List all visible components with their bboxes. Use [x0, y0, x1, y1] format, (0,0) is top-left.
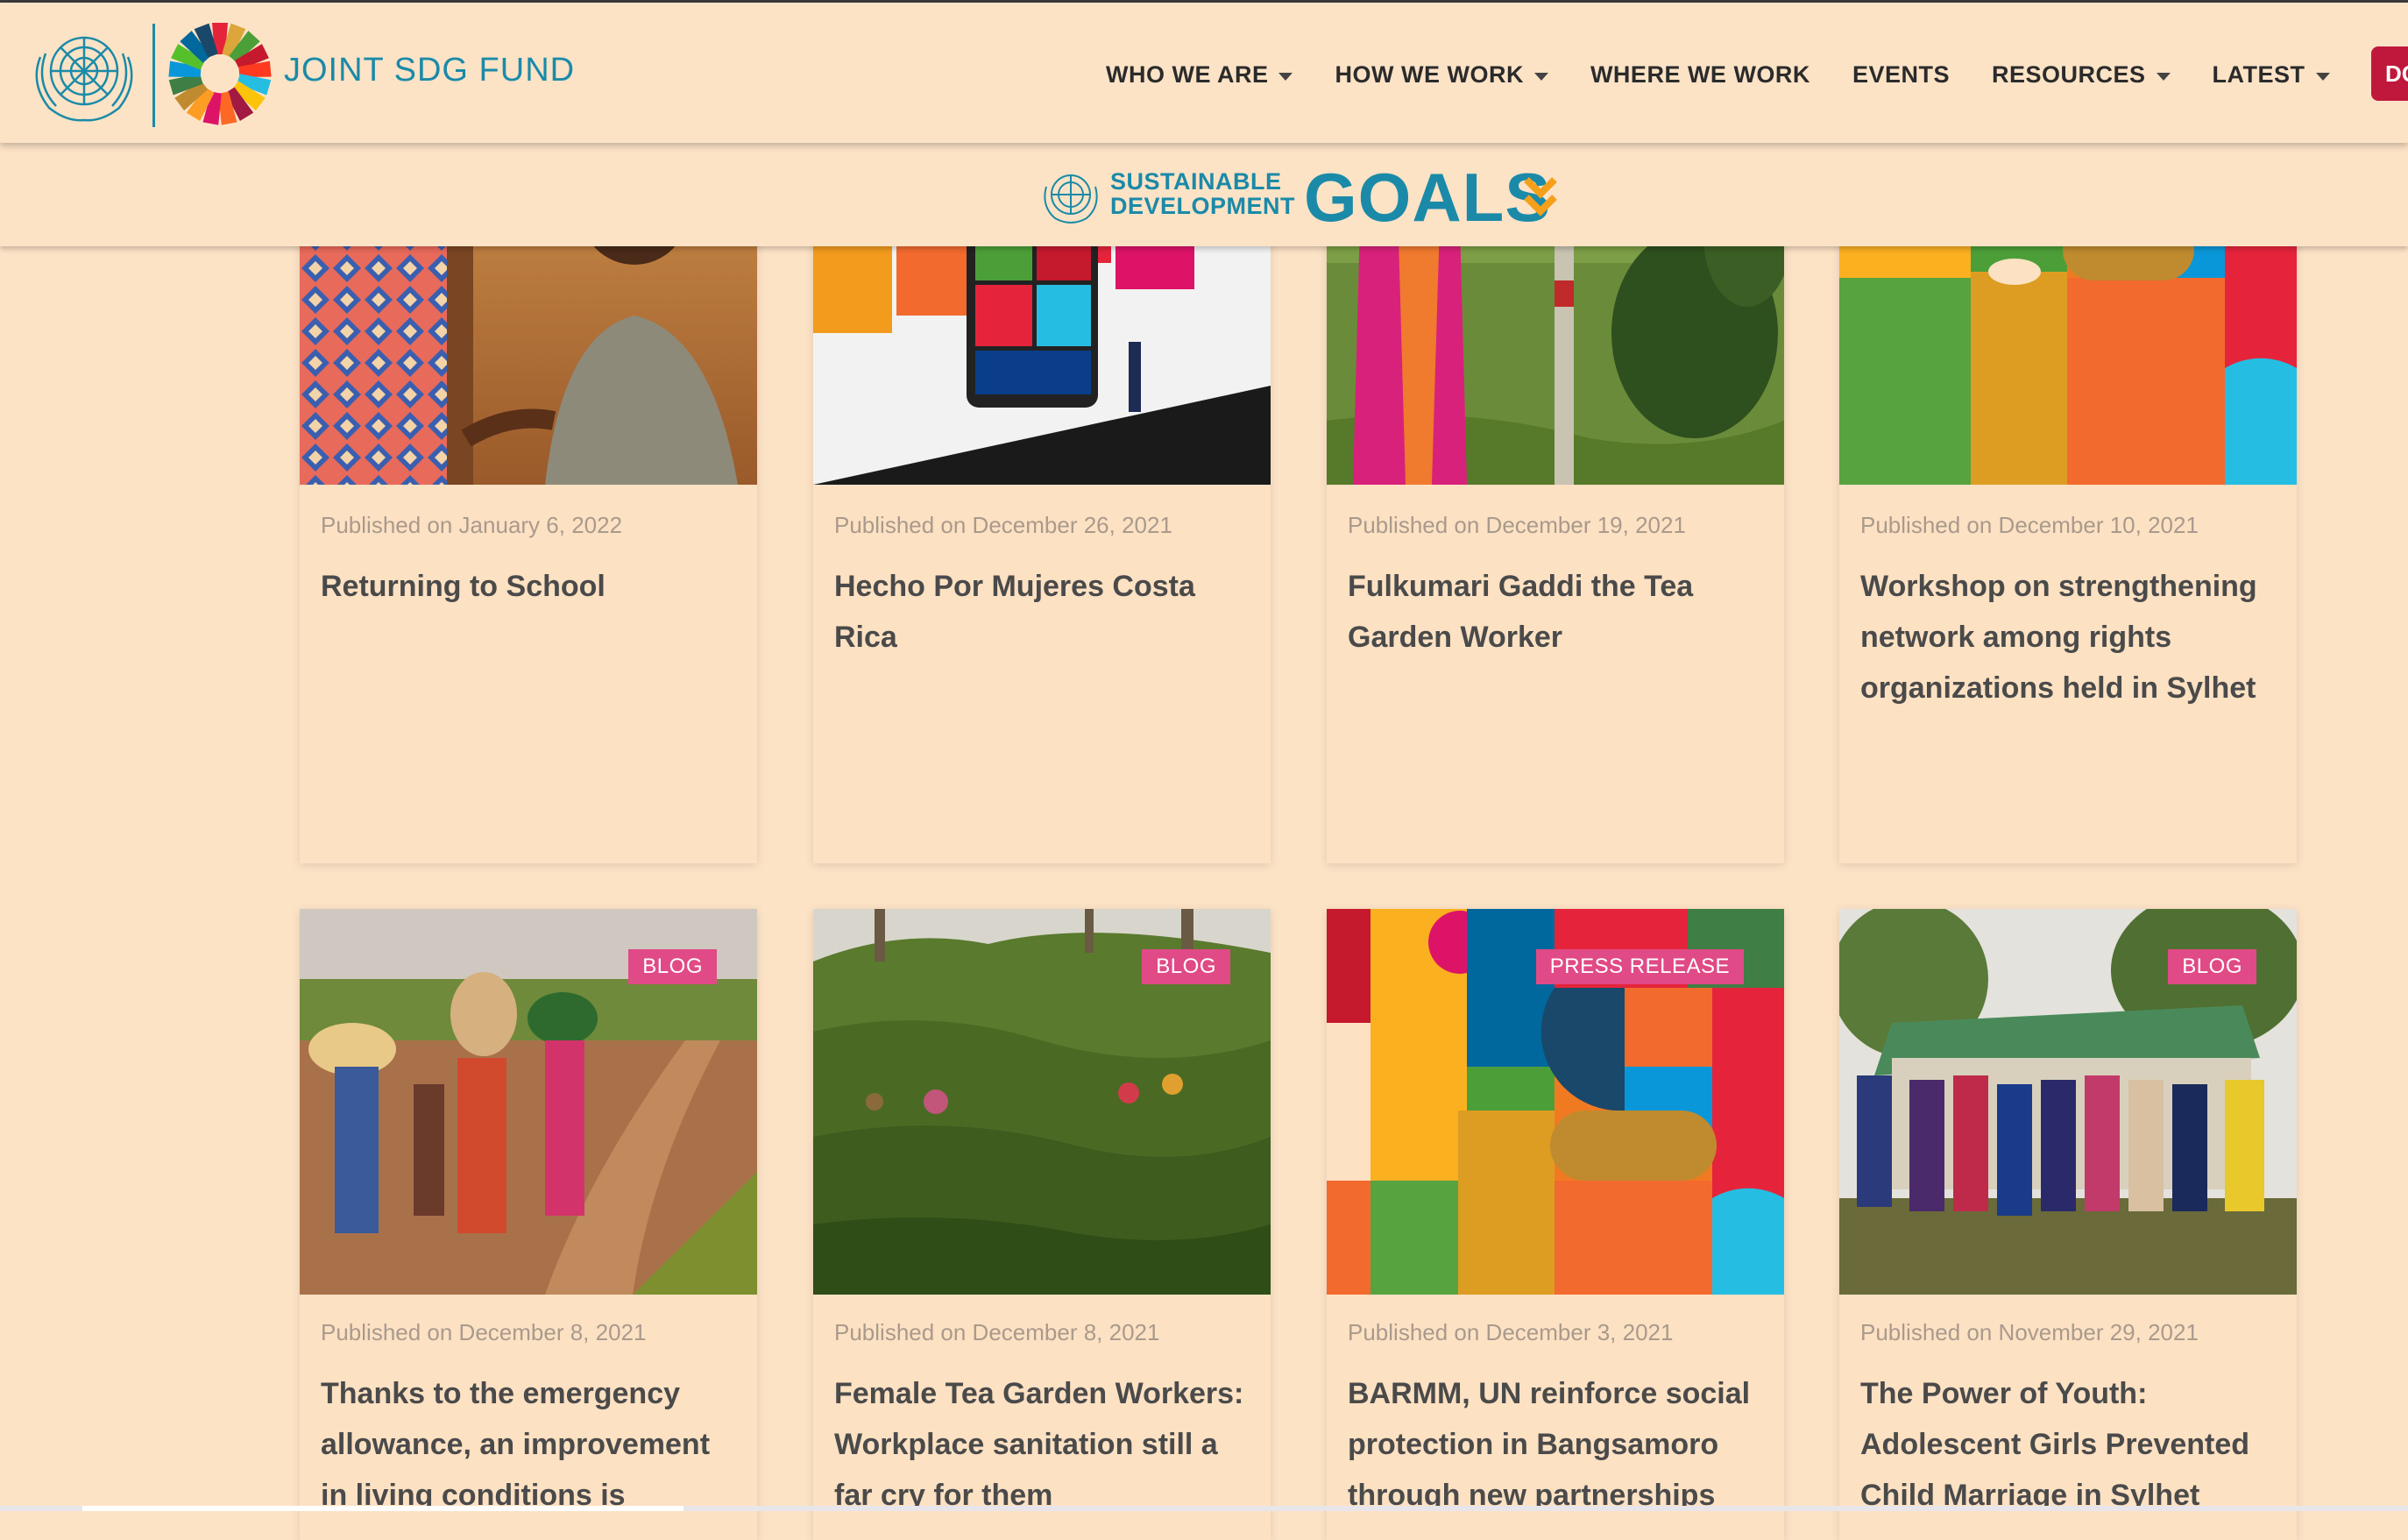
horizontal-scrollbar-thumb[interactable] [82, 1506, 683, 1511]
news-card[interactable]: Published on January 6, 2022 Returning t… [300, 158, 757, 863]
nav-label: HOW WE WORK [1335, 60, 1524, 88]
nav-latest[interactable]: LATEST [2213, 57, 2330, 92]
chevron-down-icon [1278, 72, 1293, 81]
news-card[interactable]: Published on December 19, 2021 Fulkumari… [1327, 158, 1784, 863]
main-nav: WHO WE ARE HOW WE WORK WHERE WE WORK EVE… [1106, 57, 2372, 92]
card-date: Published on January 6, 2022 [321, 512, 623, 538]
un-emblem-icon[interactable] [23, 22, 145, 125]
card-title[interactable]: Workshop on strengthening network among … [1860, 561, 2279, 713]
chevron-down-icon [2156, 72, 2171, 81]
news-card[interactable]: BLOG Published on December 8, 2021 Thank… [300, 909, 757, 1540]
card-date: Published on December 8, 2021 [321, 1319, 647, 1345]
nav-label: WHERE WE WORK [1590, 60, 1810, 88]
card-badge: BLOG [1142, 949, 1230, 984]
card-date: Published on December 10, 2021 [1860, 512, 2199, 538]
un-emblem-icon [1044, 174, 1098, 224]
card-title[interactable]: The Power of Youth: Adolescent Girls Pre… [1860, 1368, 2279, 1521]
card-date: Published on December 8, 2021 [834, 1319, 1160, 1345]
news-card[interactable]: Published on December 26, 2021 Hecho Por… [813, 158, 1271, 863]
card-title[interactable]: Hecho Por Mujeres Costa Rica [834, 561, 1253, 663]
brand-name[interactable]: JOINT SDG FUND [284, 52, 575, 89]
donate-button[interactable]: DO [2371, 46, 2408, 101]
card-title[interactable]: Returning to School [321, 561, 740, 612]
nav-who-we-are[interactable]: WHO WE ARE [1106, 57, 1293, 92]
nav-label: WHO WE ARE [1106, 60, 1269, 88]
site-header: JOINT SDG FUND WHO WE ARE HOW WE WORK WH… [0, 3, 2408, 143]
card-date: Published on December 3, 2021 [1348, 1319, 1674, 1345]
sdg-line2: DEVELOPMENT [1110, 193, 1296, 219]
card-title[interactable]: Thanks to the emergency allowance, an im… [321, 1368, 740, 1521]
nav-where-we-work[interactable]: WHERE WE WORK [1590, 57, 1810, 92]
news-card[interactable]: BLOG Published on December 8, 2021 Femal… [813, 909, 1271, 1540]
news-card[interactable]: BLOG Published on November 29, 2021 The … [1839, 909, 2297, 1540]
card-title[interactable]: Fulkumari Gaddi the Tea Garden Worker [1348, 561, 1767, 663]
card-date: Published on November 29, 2021 [1860, 1319, 2199, 1345]
news-card[interactable]: Published on December 10, 2021 Workshop … [1839, 158, 2297, 863]
card-title[interactable]: Female Tea Garden Workers: Workplace san… [834, 1368, 1253, 1521]
sdg-goals-wordmark: GOALS [1304, 159, 1552, 236]
chevron-down-icon [1533, 72, 1548, 81]
chevron-down-icon [2315, 72, 2330, 81]
sdg-banner: SUSTAINABLE DEVELOPMENT GOALS [0, 143, 2408, 246]
nav-label: LATEST [2212, 60, 2305, 88]
sdg-line1: SUSTAINABLE [1110, 168, 1282, 195]
card-title[interactable]: BARMM, UN reinforce social protection in… [1348, 1368, 1767, 1521]
news-card[interactable]: PRESS RELEASE Published on December 3, 2… [1327, 909, 1784, 1540]
logo-divider [152, 24, 155, 127]
card-date: Published on December 19, 2021 [1348, 512, 1686, 538]
card-date: Published on December 26, 2021 [834, 512, 1172, 538]
card-badge: BLOG [2168, 949, 2256, 984]
card-badge: BLOG [628, 949, 717, 984]
nav-label: RESOURCES [1991, 60, 2146, 88]
nav-label: EVENTS [1852, 60, 1950, 88]
nav-resources[interactable]: RESOURCES [1992, 57, 2171, 92]
nav-events[interactable]: EVENTS [1852, 57, 1950, 92]
sdg-color-wheel-icon[interactable] [166, 20, 273, 127]
sdg-wordmark-small: SUSTAINABLE DEVELOPMENT [1110, 169, 1295, 218]
nav-how-we-work[interactable]: HOW WE WORK [1335, 57, 1548, 92]
double-chevron-down-icon[interactable] [1521, 173, 1560, 222]
card-badge: PRESS RELEASE [1535, 949, 1744, 984]
